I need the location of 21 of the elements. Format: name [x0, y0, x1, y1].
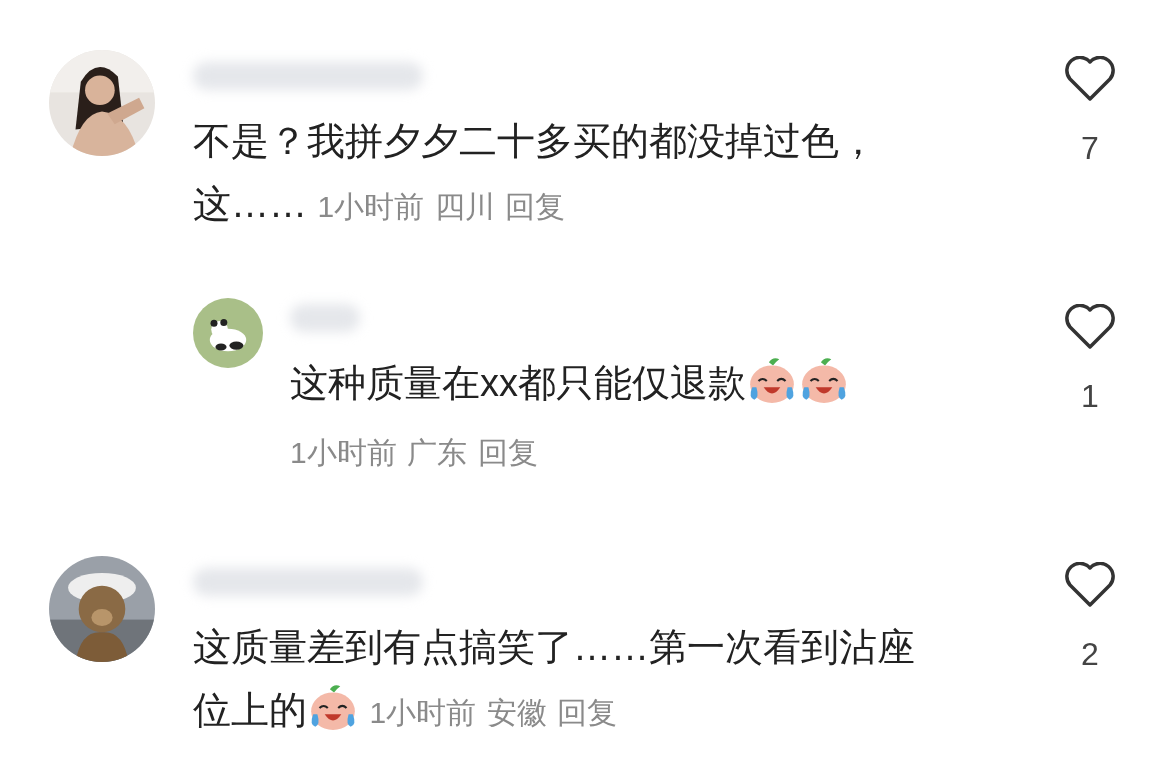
- reply-button[interactable]: 回复: [477, 421, 538, 484]
- like-count: 1: [1081, 377, 1099, 416]
- blurred-username: [290, 304, 360, 332]
- comment-time: 1小时前: [317, 190, 425, 223]
- comment-text: 这……: [193, 183, 307, 225]
- heart-icon[interactable]: [1064, 304, 1116, 350]
- comment-location: 广东: [407, 436, 468, 469]
- reply-button[interactable]: 回复: [557, 681, 618, 744]
- comment-text: 这种质量在xx都只能仅退款: [290, 362, 746, 404]
- comment-time: 1小时前: [369, 696, 477, 729]
- reply-button[interactable]: 回复: [505, 175, 566, 238]
- comment-text: 这质量差到有点搞笑了……第一次看到沾座: [193, 626, 915, 668]
- heart-icon[interactable]: [1064, 562, 1116, 608]
- comment-text: 不是？我拼夕夕二十多买的都没掉过色，: [193, 120, 877, 162]
- comment-location: 四川: [434, 190, 495, 223]
- comment-time: 1小时前: [290, 436, 397, 469]
- heart-icon[interactable]: [1064, 56, 1116, 102]
- like-count: 2: [1081, 635, 1099, 674]
- like-count: 7: [1081, 129, 1099, 168]
- comment-text: 位上的: [193, 689, 307, 731]
- comment-location: 安徽: [486, 696, 547, 729]
